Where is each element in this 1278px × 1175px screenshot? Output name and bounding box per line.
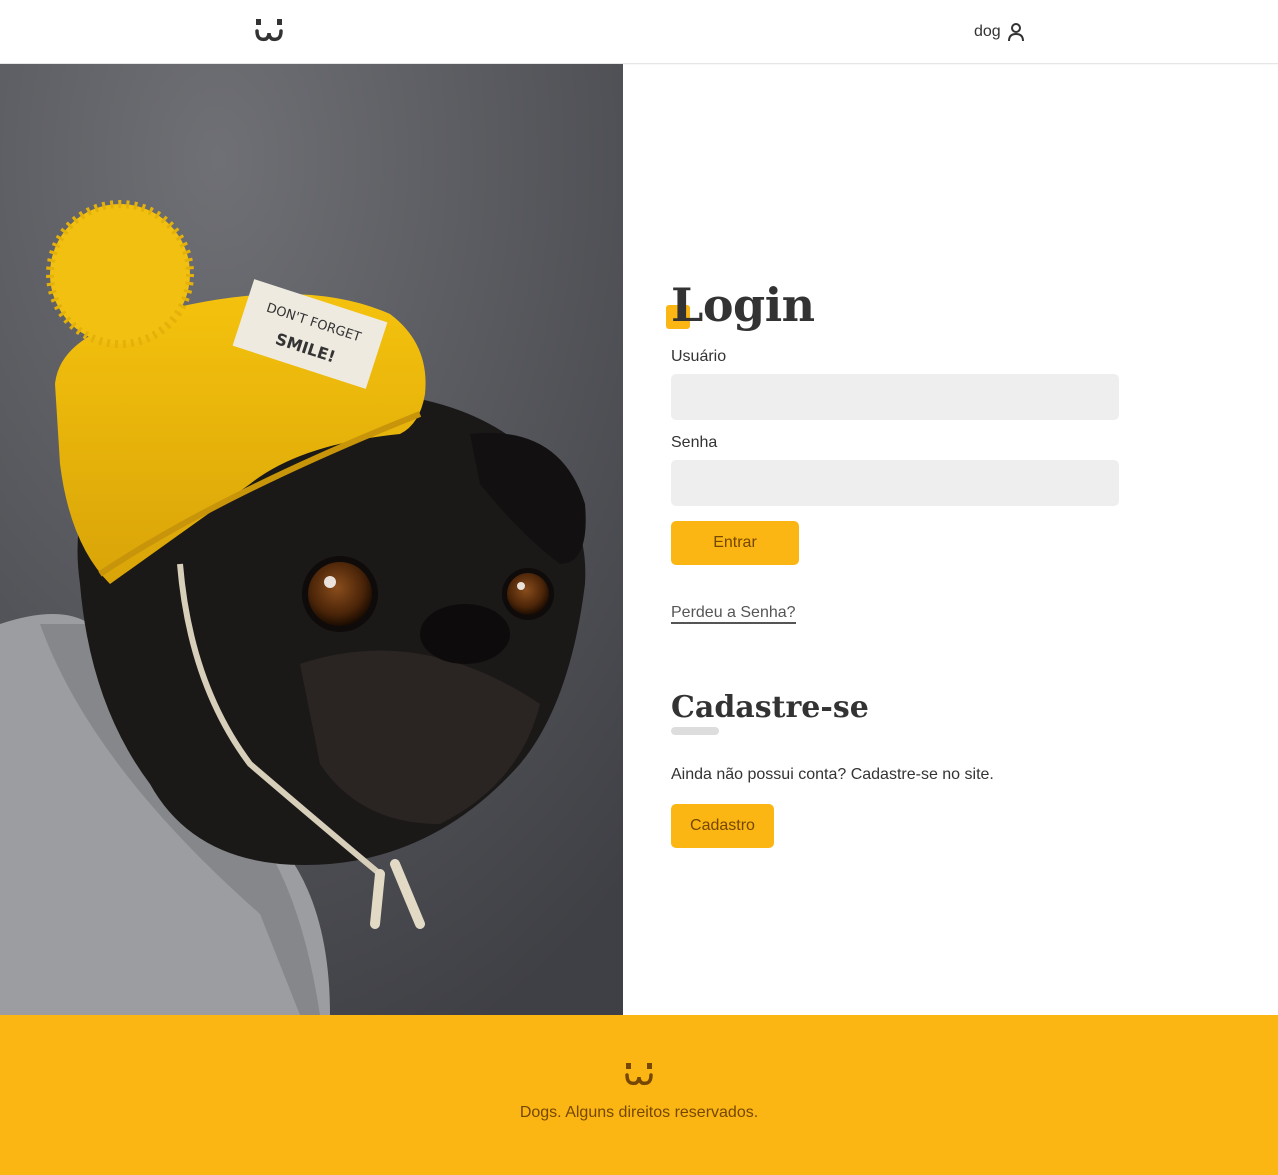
site-footer: Dogs. Alguns direitos reservados. <box>0 1015 1278 1175</box>
logo-left-ear <box>256 19 261 25</box>
logo-right-ear <box>277 19 282 25</box>
password-label: Senha <box>671 434 718 451</box>
signup-title: Cadastre-se <box>671 690 869 725</box>
site-header: dog <box>0 0 1278 64</box>
login-submit-button[interactable]: Entrar <box>671 521 799 565</box>
login-title: Login <box>671 278 815 332</box>
user-icon <box>1007 22 1025 42</box>
password-input[interactable] <box>671 460 1119 506</box>
footer-copyright: Dogs. Alguns direitos reservados. <box>519 1104 759 1121</box>
dog-face-logo-icon[interactable] <box>254 17 284 43</box>
signup-description: Ainda não possui conta? Cadastre-se no s… <box>671 766 994 783</box>
login-link[interactable]: dog <box>974 21 1025 43</box>
username-input[interactable] <box>671 374 1119 420</box>
username-label: Usuário <box>671 348 727 365</box>
dog-face-logo-icon <box>624 1061 654 1087</box>
signup-title-underline <box>671 727 719 735</box>
lost-password-link[interactable]: Perdeu a Senha? <box>671 604 796 624</box>
login-section: Login Usuário Senha Entrar Perdeu a Senh… <box>623 64 1278 1015</box>
pug-photo: DON'T FORGET SMILE! <box>0 64 623 1015</box>
signup-button[interactable]: Cadastro <box>671 804 774 848</box>
login-link-label: dog <box>974 23 1001 40</box>
